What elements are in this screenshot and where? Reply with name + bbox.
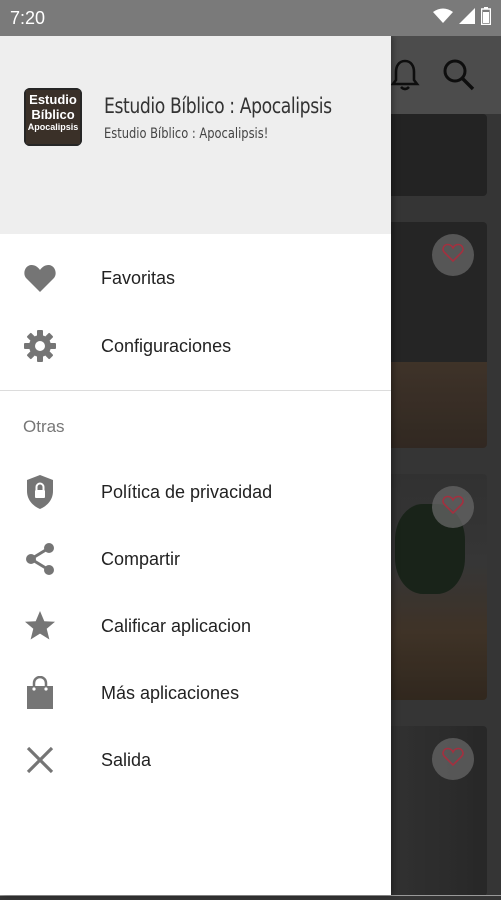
close-icon <box>20 740 60 780</box>
share-icon <box>20 539 60 579</box>
bottom-edge-line <box>0 895 501 896</box>
wifi-icon <box>433 8 453 29</box>
logo-line-1: Estudio <box>29 92 77 107</box>
menu-label: Compartir <box>101 548 181 569</box>
menu-item-calificar[interactable]: Calificar aplicacion <box>0 596 391 656</box>
heart-icon <box>20 258 60 298</box>
menu-label: Calificar aplicacion <box>101 615 252 636</box>
gear-icon <box>20 326 60 366</box>
status-bar: 7:20 <box>0 0 501 36</box>
shopping-bag-icon <box>20 673 60 713</box>
drawer-subtitle: Estudio Bíblico : Apocalipsis! <box>104 126 269 142</box>
drawer-title: Estudio Bíblico : Apocalipsis <box>104 94 332 118</box>
signal-icon <box>459 7 475 29</box>
menu-item-compartir[interactable]: Compartir <box>0 529 391 589</box>
section-label-otras: Otras <box>23 417 65 436</box>
drawer-header: Estudio Bíblico Apocalipsis Estudio Bíbl… <box>0 36 391 234</box>
status-time: 7:20 <box>10 7 46 28</box>
menu-label: Configuraciones <box>101 335 232 356</box>
menu-label: Política de privacidad <box>101 481 273 502</box>
menu-label: Más aplicaciones <box>101 682 240 703</box>
logo-line-2: Bíblico <box>31 107 75 122</box>
menu-label: Salida <box>101 749 152 770</box>
menu-item-politica-privacidad[interactable]: Política de privacidad <box>0 462 391 522</box>
star-icon <box>20 606 60 646</box>
app-logo: Estudio Bíblico Apocalipsis <box>24 88 82 146</box>
menu-item-salida[interactable]: Salida <box>0 730 391 790</box>
logo-line-3: Apocalipsis <box>27 122 79 132</box>
menu-item-mas-aplicaciones[interactable]: Más aplicaciones <box>0 663 391 723</box>
menu-label: Favoritas <box>101 267 176 288</box>
battery-icon <box>480 6 492 30</box>
shield-lock-icon <box>20 472 60 512</box>
menu-item-favoritas[interactable]: Favoritas <box>0 248 391 308</box>
menu-item-configuraciones[interactable]: Configuraciones <box>0 316 391 376</box>
navigation-drawer: Estudio Bíblico Apocalipsis Estudio Bíbl… <box>0 36 391 895</box>
drawer-divider <box>0 390 391 391</box>
status-icons <box>433 6 492 30</box>
